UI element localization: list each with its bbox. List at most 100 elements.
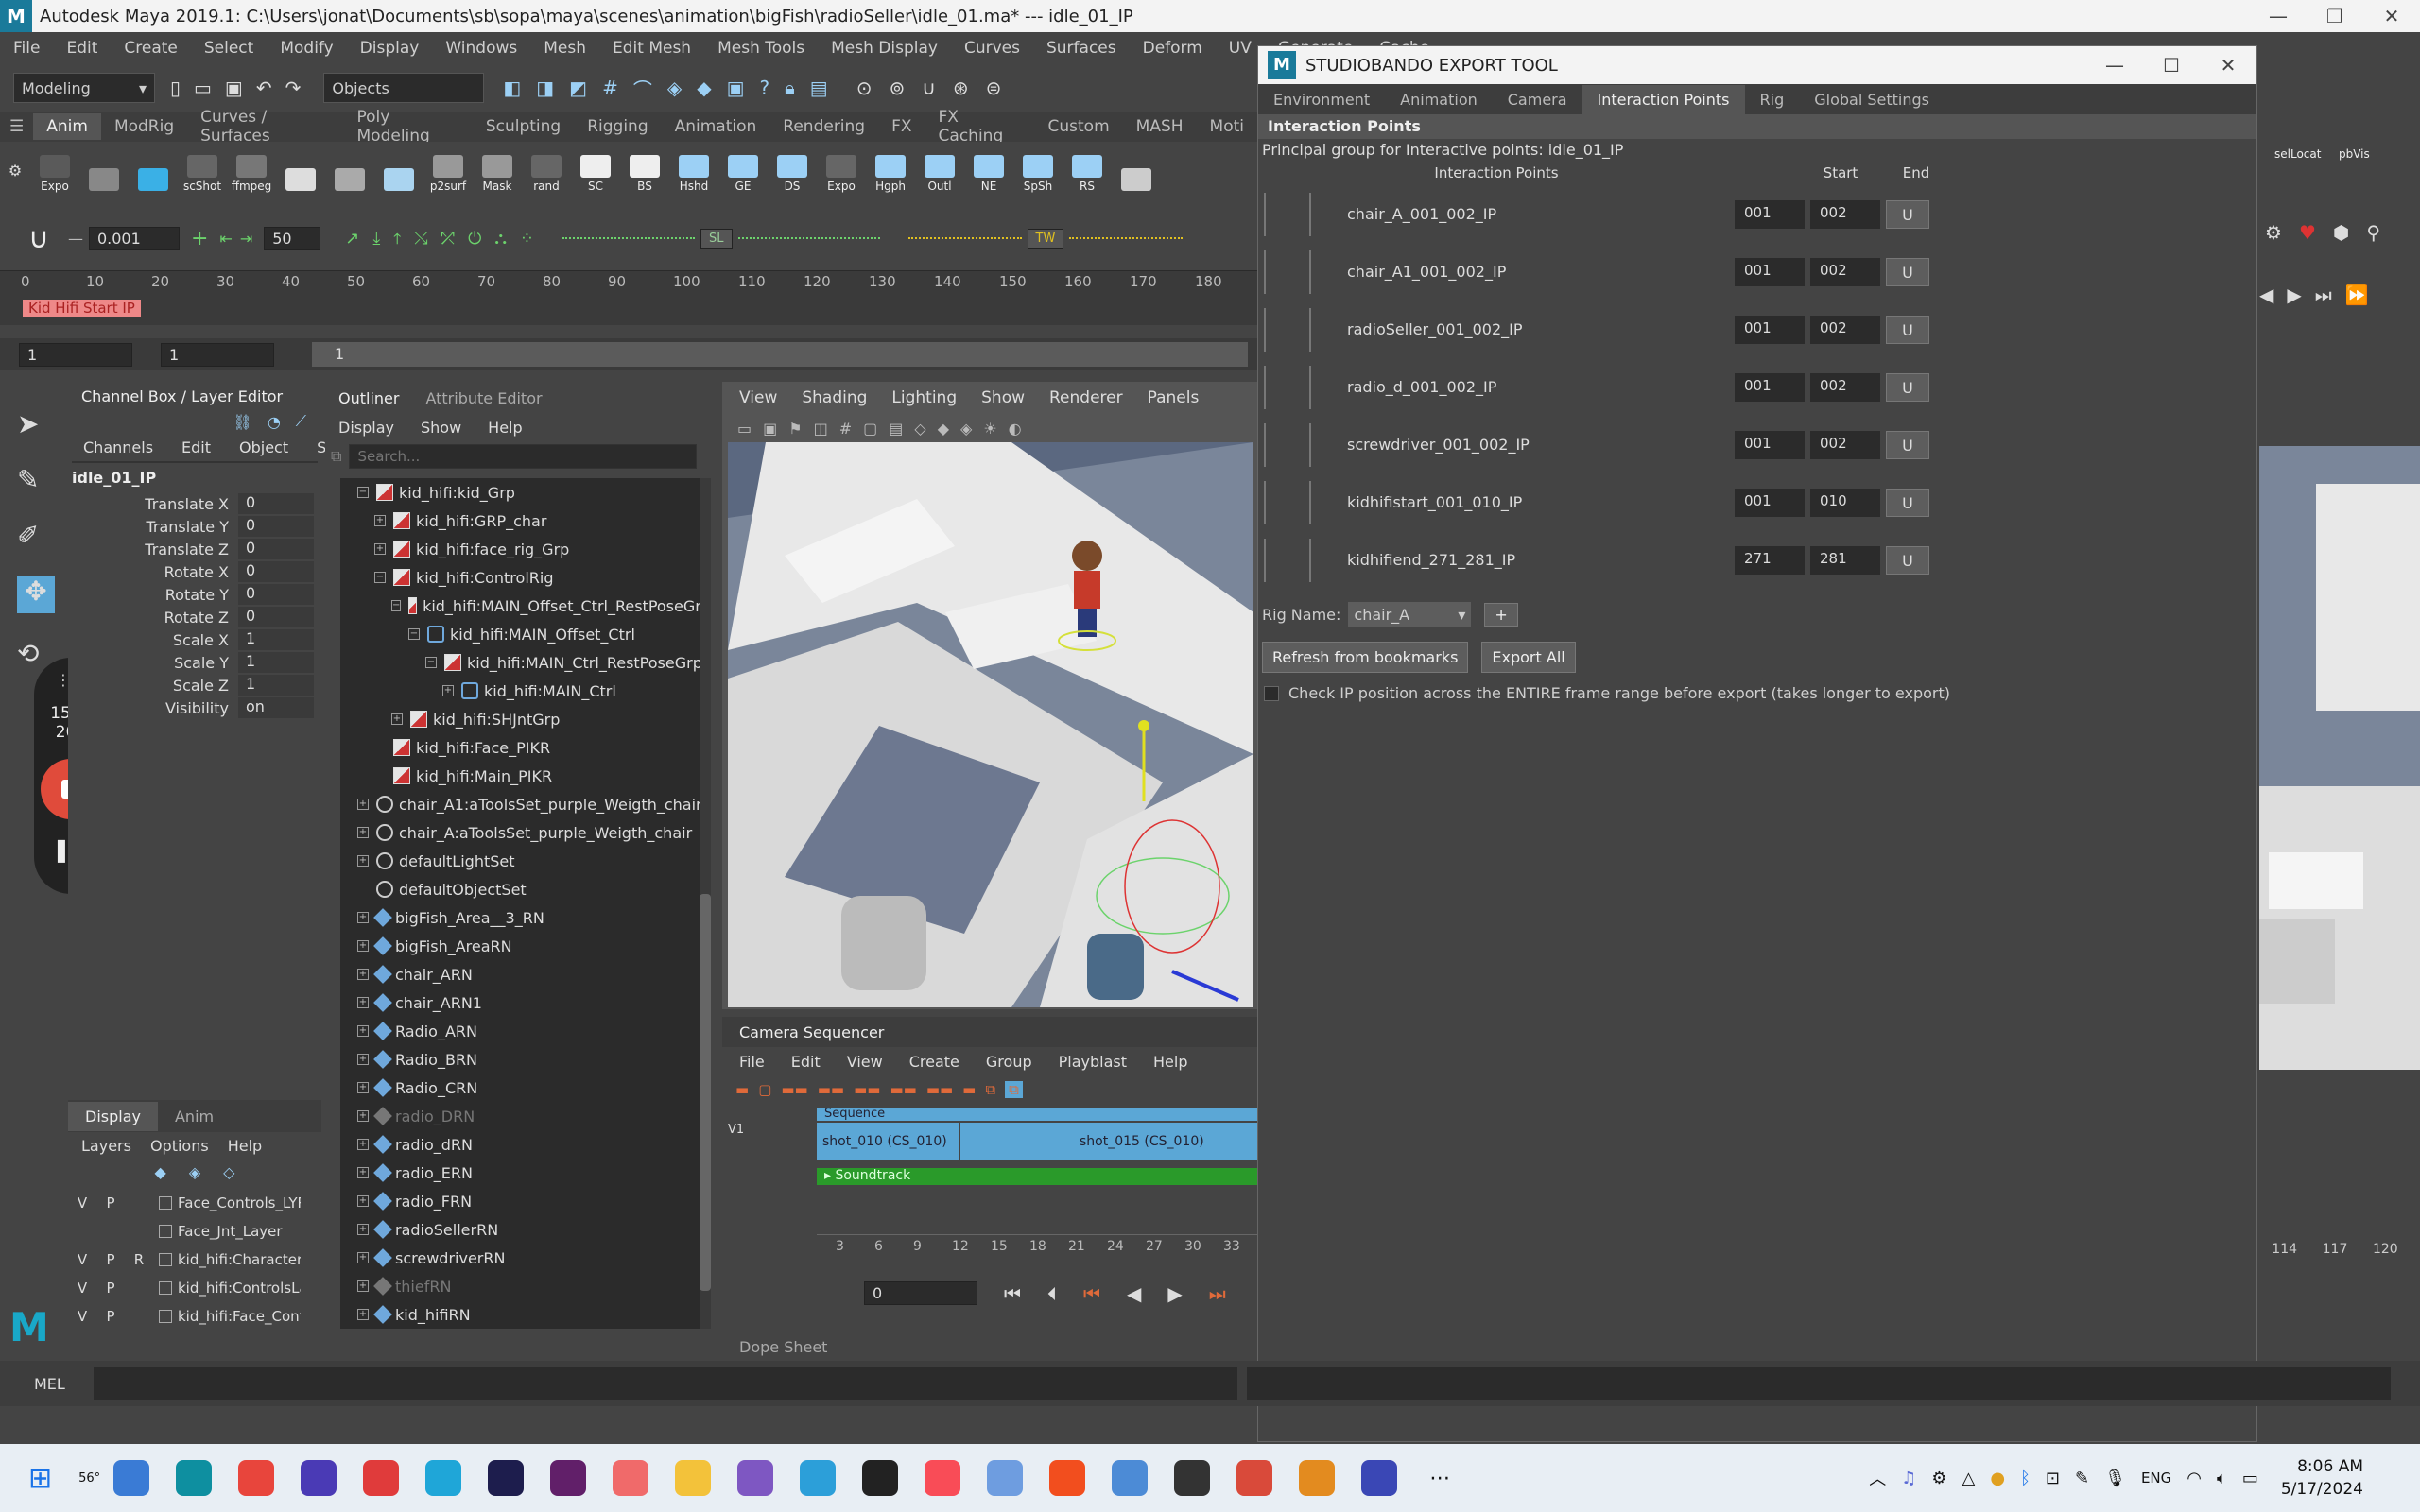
shelf-button-tool-2[interactable] (134, 147, 172, 193)
bookmark-icon[interactable]: ⚑ (788, 420, 802, 438)
shelf-tab-modrig[interactable]: ModRig (101, 113, 187, 140)
layer-menu-help[interactable]: Help (228, 1137, 262, 1155)
menu-file[interactable]: File (0, 39, 53, 58)
channel-attr-value[interactable]: 0 (238, 584, 314, 605)
shelf-button-outl[interactable]: Outl (921, 147, 959, 193)
channel-row-scale-y[interactable]: Scale Y 1 (68, 651, 321, 674)
viewport-menu-panels[interactable]: Panels (1148, 388, 1200, 407)
layer-p-toggle[interactable]: P (96, 1251, 125, 1268)
seq-tool-1-icon[interactable]: ▬ (735, 1081, 749, 1098)
channel-attr-value[interactable]: 1 (238, 629, 314, 650)
start-icon[interactable]: ⊞ (28, 1462, 52, 1495)
more-apps-icon[interactable]: ⋯ (1429, 1467, 1450, 1490)
expand-icon[interactable]: + (357, 1054, 369, 1065)
collapse-icon[interactable]: − (408, 628, 420, 640)
expand-icon[interactable]: + (357, 1195, 369, 1207)
play-back-icon[interactable]: ◀ (1127, 1282, 1141, 1305)
key-down-icon[interactable]: ⤓ (372, 229, 380, 249)
channel-attr-value[interactable]: on (238, 697, 314, 718)
camera-attr-icon[interactable]: ▣ (763, 420, 777, 438)
outliner-item-chair-a1-atoolsset-purple-weigth-chair[interactable]: + chair_A1:aToolsSet_purple_Weigth_chair (340, 790, 711, 818)
expand-icon[interactable]: + (357, 1252, 369, 1263)
expand-icon[interactable]: + (357, 940, 369, 952)
export-tab-global-settings[interactable]: Global Settings (1799, 85, 1945, 114)
expand-icon[interactable]: + (374, 515, 386, 526)
itunes-icon[interactable] (925, 1460, 961, 1496)
prev-key-icon[interactable]: ⏮ (1083, 1282, 1100, 1305)
export-minimize-button[interactable]: — (2086, 54, 2143, 77)
menu-mesh-display[interactable]: Mesh Display (818, 39, 951, 58)
snap-curve-icon[interactable]: ⌒ (633, 75, 652, 102)
outliner-item-defaultobjectset[interactable]: defaultObjectSet (340, 875, 711, 903)
expand-icon[interactable]: + (442, 685, 454, 696)
paint-select-icon[interactable]: ⊚ (889, 77, 905, 99)
nudge-left-icon[interactable]: ⇤ (219, 230, 232, 248)
seq-tool-10-icon[interactable]: ⧉ (1005, 1081, 1023, 1098)
tray-bluetooth-icon[interactable]: ᛒ (2020, 1469, 2031, 1488)
layer-p-toggle[interactable]: P (96, 1194, 125, 1211)
channel-icon-2[interactable]: ◔ (268, 413, 281, 431)
expand-icon[interactable]: + (391, 713, 403, 725)
shelf-options-icon[interactable]: ☰ (0, 117, 33, 136)
sequencer-menu-playblast[interactable]: Playblast (1059, 1053, 1127, 1071)
ip-end-field[interactable]: 002 (1810, 315, 1880, 344)
step-field[interactable]: 0.001 (88, 226, 180, 250)
new-layer-icon[interactable]: ◈ (189, 1163, 200, 1181)
viewport-menu-lighting[interactable]: Lighting (891, 388, 957, 407)
sequence-bar[interactable]: Sequence (817, 1108, 1257, 1121)
menu-create[interactable]: Create (111, 39, 191, 58)
ip-update-button[interactable]: U (1886, 315, 1929, 344)
outliner-item-kid-hifi-face-pikr[interactable]: kid_hifi:Face_PIKR (340, 733, 711, 762)
outliner-item-radio-drn[interactable]: + radio_DRN (340, 1102, 711, 1130)
ip-end-field[interactable]: 002 (1810, 257, 1880, 286)
close-button[interactable]: ✕ (2363, 5, 2420, 27)
collapse-icon[interactable]: − (391, 600, 402, 611)
sequencer-menu-edit[interactable]: Edit (791, 1053, 821, 1071)
shelf-button-bs[interactable]: BS (626, 147, 664, 193)
textured-icon[interactable]: ◈ (960, 420, 972, 438)
maya-icon[interactable] (176, 1460, 213, 1496)
vivaldi-icon[interactable] (363, 1460, 400, 1496)
seq-tool-8-icon[interactable]: ▬ (962, 1081, 976, 1098)
settings-icon[interactable]: ⚙ (2265, 221, 2282, 244)
onenote-icon[interactable] (800, 1460, 837, 1496)
shelf-button-spsh[interactable]: SpSh (1019, 147, 1057, 193)
shelf-label-pbVis[interactable]: pbVis (2339, 147, 2370, 161)
expand-icon[interactable]: + (357, 1139, 369, 1150)
check-ip-checkbox[interactable] (1264, 685, 1279, 701)
channel-attr-value[interactable]: 0 (238, 607, 314, 627)
ip-start-field[interactable]: 001 (1735, 488, 1805, 517)
minus-icon[interactable]: — (68, 230, 83, 248)
new-scene-icon[interactable]: ▯ (170, 77, 181, 99)
key-dots-icon[interactable]: ⁘ (520, 229, 534, 249)
menu-deform[interactable]: Deform (1130, 39, 1216, 58)
bookmark-label[interactable]: Kid Hifi Start IP (23, 300, 141, 317)
outliner-item-kid-hifi-face-rig-grp[interactable]: + kid_hifi:face_rig_Grp (340, 535, 711, 563)
battery-icon[interactable]: ▭ (2242, 1469, 2258, 1488)
start-frame-field[interactable]: 1 (19, 342, 132, 367)
outliner-tab-outliner[interactable]: Outliner (325, 384, 412, 413)
ip-end-field[interactable]: 281 (1810, 545, 1880, 575)
edge-icon[interactable] (425, 1460, 462, 1496)
key-cluster-icon[interactable]: ⛬ (494, 229, 507, 249)
play-forward-icon[interactable]: ▶ (1167, 1282, 1182, 1305)
shot-015-clip[interactable]: shot_015 (CS_010) (960, 1123, 1257, 1160)
refresh-from-bookmarks-button[interactable]: Refresh from bookmarks (1262, 642, 1469, 673)
outliner-item-kid-hifi-controlrig[interactable]: − kid_hifi:ControlRig (340, 563, 711, 592)
new-layer-selected-icon[interactable]: ◇ (223, 1163, 234, 1181)
app3-icon[interactable] (1236, 1460, 1273, 1496)
magnet-tool-icon[interactable]: ∪ (28, 222, 49, 255)
smooth-shade-icon[interactable]: ◆ (938, 420, 949, 438)
step-back-icon[interactable]: ⏴ (1047, 1282, 1057, 1305)
sequencer-menu-view[interactable]: View (847, 1053, 883, 1071)
channel-row-scale-x[interactable]: Scale X 1 (68, 628, 321, 651)
terminal-icon[interactable] (1174, 1460, 1211, 1496)
shelf-button-ffmpeg[interactable]: ffmpeg (232, 147, 271, 193)
expand-icon[interactable]: + (357, 827, 369, 838)
help-icon[interactable]: ? (760, 77, 770, 99)
channel-attr-value[interactable]: 0 (238, 561, 314, 582)
ip-update-button[interactable]: U (1886, 257, 1929, 286)
expand-icon[interactable]: + (357, 1025, 369, 1037)
outliner-scroll-thumb[interactable] (700, 894, 711, 1291)
shelf-button-ge[interactable]: GE (724, 147, 762, 193)
